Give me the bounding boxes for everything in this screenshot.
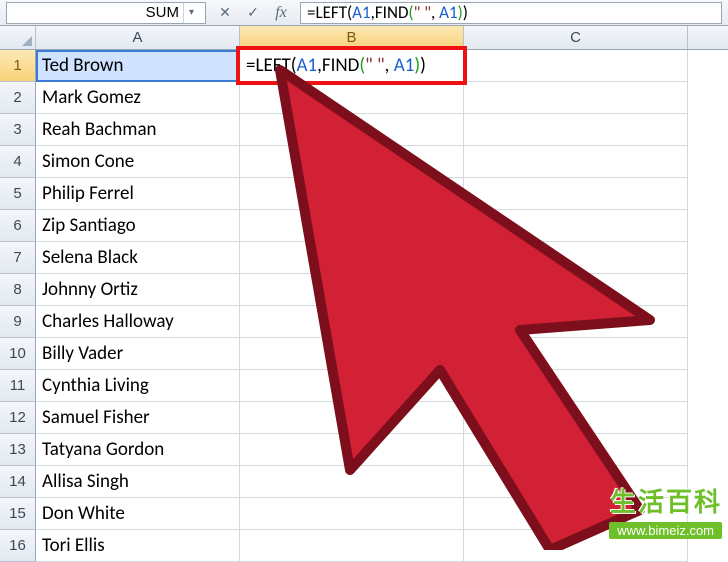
cell-C13[interactable]	[464, 434, 688, 466]
cell-A1[interactable]: Ted Brown	[36, 50, 240, 82]
cell-A12[interactable]: Samuel Fisher	[36, 402, 240, 434]
cell-B1[interactable]: =LEFT(A1,FIND(" ", A1))	[240, 50, 464, 82]
row: 7 Selena Black	[0, 242, 728, 274]
cell-B4[interactable]	[240, 146, 464, 178]
row: 9 Charles Halloway	[0, 306, 728, 338]
row: 12 Samuel Fisher	[0, 402, 728, 434]
select-all-corner[interactable]	[0, 26, 36, 49]
cell-C16[interactable]	[464, 530, 688, 562]
cancel-button[interactable]: ✕	[216, 4, 234, 21]
cell-C10[interactable]	[464, 338, 688, 370]
cell-A8[interactable]: Johnny Ortiz	[36, 274, 240, 306]
cell-A14[interactable]: Allisa Singh	[36, 466, 240, 498]
cell-B10[interactable]	[240, 338, 464, 370]
name-box[interactable]: SUM ▾	[6, 2, 206, 24]
cell-B5[interactable]	[240, 178, 464, 210]
cell-B7[interactable]	[240, 242, 464, 274]
cell-B3[interactable]	[240, 114, 464, 146]
cell-C4[interactable]	[464, 146, 688, 178]
insert-function-button[interactable]: fx	[272, 4, 290, 22]
cell-A9[interactable]: Charles Halloway	[36, 306, 240, 338]
formula-input[interactable]: =LEFT(A1,FIND(" ", A1))	[300, 2, 722, 24]
row: 4 Simon Cone	[0, 146, 728, 178]
enter-button[interactable]: ✓	[244, 4, 262, 21]
row: 3 Reah Bachman	[0, 114, 728, 146]
cell-B13[interactable]	[240, 434, 464, 466]
cell-editor-text: =LEFT(A1,FIND(" ", A1))	[246, 54, 426, 77]
name-box-dropdown-icon[interactable]: ▾	[183, 3, 199, 23]
cell-B2[interactable]	[240, 82, 464, 114]
row: 8 Johnny Ortiz	[0, 274, 728, 306]
cell-B15[interactable]	[240, 498, 464, 530]
row: 5 Philip Ferrel	[0, 178, 728, 210]
cell-B12[interactable]	[240, 402, 464, 434]
cell-A10[interactable]: Billy Vader	[36, 338, 240, 370]
cell-A13[interactable]: Tatyana Gordon	[36, 434, 240, 466]
row-header[interactable]: 5	[0, 178, 36, 210]
row-header[interactable]: 10	[0, 338, 36, 370]
cell-editor[interactable]: =LEFT(A1,FIND(" ", A1))	[236, 46, 467, 85]
row-header[interactable]: 2	[0, 82, 36, 114]
cell-C9[interactable]	[464, 306, 688, 338]
cell-B6[interactable]	[240, 210, 464, 242]
row: 2 Mark Gomez	[0, 82, 728, 114]
cell-C15[interactable]	[464, 498, 688, 530]
row-header[interactable]: 7	[0, 242, 36, 274]
formula-text: =LEFT(A1,FIND(" ", A1))	[307, 2, 468, 23]
column-header-A[interactable]: A	[36, 26, 240, 49]
cell-C8[interactable]	[464, 274, 688, 306]
name-box-value: SUM	[13, 4, 183, 21]
cell-C12[interactable]	[464, 402, 688, 434]
row: 16 Tori Ellis	[0, 530, 728, 562]
row: 6 Zip Santiago	[0, 210, 728, 242]
formula-bar: SUM ▾ ✕ ✓ fx =LEFT(A1,FIND(" ", A1))	[0, 0, 728, 26]
row: 14 Allisa Singh	[0, 466, 728, 498]
row-header[interactable]: 14	[0, 466, 36, 498]
cell-C11[interactable]	[464, 370, 688, 402]
cell-B11[interactable]	[240, 370, 464, 402]
cell-C5[interactable]	[464, 178, 688, 210]
cell-A4[interactable]: Simon Cone	[36, 146, 240, 178]
row-header[interactable]: 3	[0, 114, 36, 146]
row: 13 Tatyana Gordon	[0, 434, 728, 466]
cell-B9[interactable]	[240, 306, 464, 338]
row: 11 Cynthia Living	[0, 370, 728, 402]
row-header[interactable]: 16	[0, 530, 36, 562]
cell-A11[interactable]: Cynthia Living	[36, 370, 240, 402]
formula-bar-buttons: ✕ ✓ fx	[216, 4, 290, 22]
row: 10 Billy Vader	[0, 338, 728, 370]
column-header-C[interactable]: C	[464, 26, 688, 49]
cell-A7[interactable]: Selena Black	[36, 242, 240, 274]
cell-A3[interactable]: Reah Bachman	[36, 114, 240, 146]
row-header[interactable]: 11	[0, 370, 36, 402]
cell-C1[interactable]	[464, 50, 688, 82]
cell-B16[interactable]	[240, 530, 464, 562]
cell-C2[interactable]	[464, 82, 688, 114]
spreadsheet-grid: 1 Ted Brown =LEFT(A1,FIND(" ", A1)) 2 Ma…	[0, 50, 728, 562]
cell-B14[interactable]	[240, 466, 464, 498]
row-header[interactable]: 6	[0, 210, 36, 242]
row-header[interactable]: 1	[0, 50, 36, 82]
cell-B8[interactable]	[240, 274, 464, 306]
row-header[interactable]: 4	[0, 146, 36, 178]
cell-C14[interactable]	[464, 466, 688, 498]
row-header[interactable]: 9	[0, 306, 36, 338]
cell-A6[interactable]: Zip Santiago	[36, 210, 240, 242]
cell-A16[interactable]: Tori Ellis	[36, 530, 240, 562]
cell-A5[interactable]: Philip Ferrel	[36, 178, 240, 210]
row-header[interactable]: 15	[0, 498, 36, 530]
row-header[interactable]: 8	[0, 274, 36, 306]
cell-A2[interactable]: Mark Gomez	[36, 82, 240, 114]
cell-A15[interactable]: Don White	[36, 498, 240, 530]
cell-C3[interactable]	[464, 114, 688, 146]
row: 15 Don White	[0, 498, 728, 530]
cell-C6[interactable]	[464, 210, 688, 242]
row-header[interactable]: 12	[0, 402, 36, 434]
row: 1 Ted Brown =LEFT(A1,FIND(" ", A1))	[0, 50, 728, 82]
cell-C7[interactable]	[464, 242, 688, 274]
row-header[interactable]: 13	[0, 434, 36, 466]
